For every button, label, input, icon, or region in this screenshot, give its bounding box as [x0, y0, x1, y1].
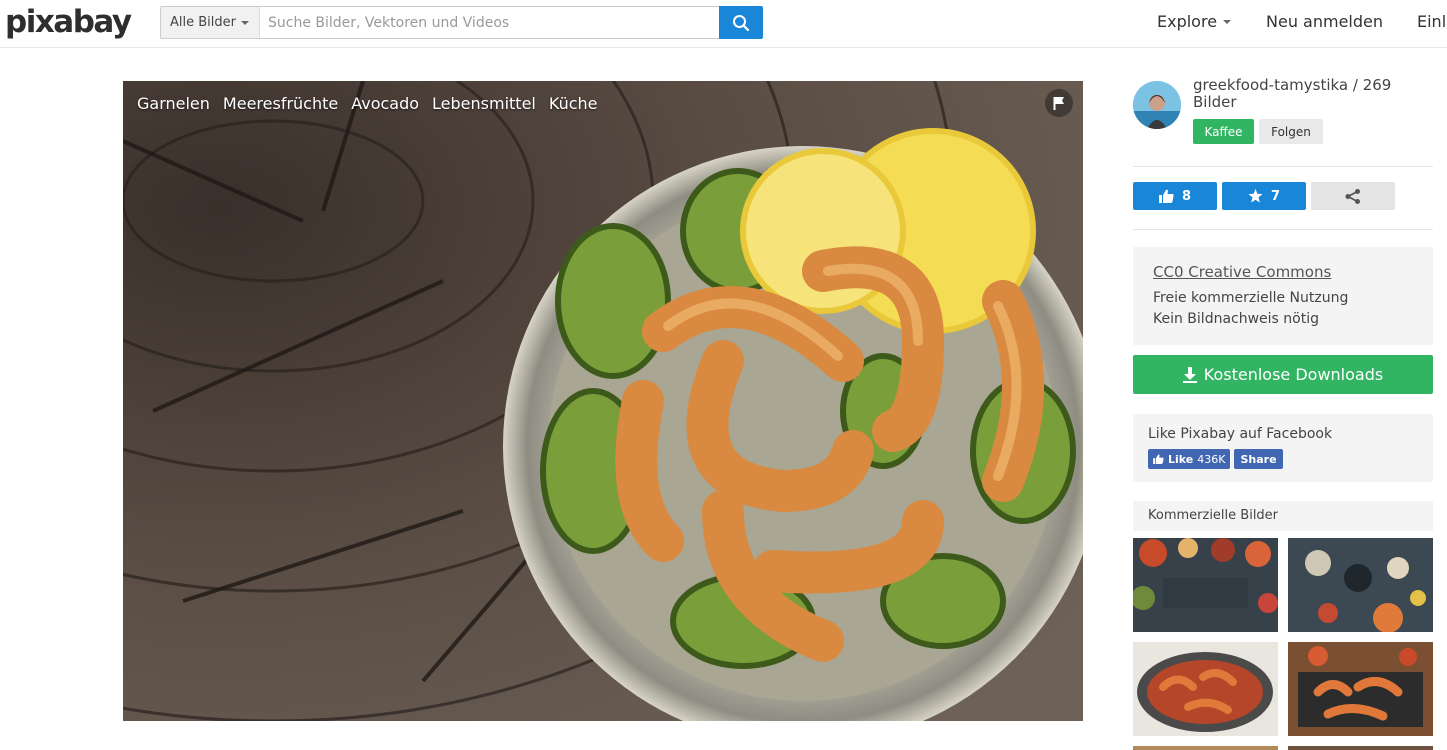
search-category-label: Alle Bilder — [170, 15, 236, 30]
chevron-down-icon — [240, 20, 249, 25]
follow-button[interactable]: Folgen — [1259, 119, 1323, 144]
search-icon — [733, 14, 750, 31]
search-category-select[interactable]: Alle Bilder — [161, 7, 260, 38]
chevron-down-icon — [1223, 19, 1232, 24]
share-button[interactable] — [1311, 182, 1395, 210]
author-name-link[interactable]: greekfood-tamystika / 269 Bilder — [1193, 77, 1433, 111]
share-icon — [1345, 188, 1360, 204]
commercial-thumbnail[interactable] — [1133, 538, 1278, 632]
divider — [1133, 166, 1433, 167]
download-label: Kostenlose Downloads — [1203, 365, 1384, 384]
download-button[interactable]: Kostenlose Downloads — [1133, 355, 1433, 394]
thumbnail-image — [1288, 642, 1433, 736]
top-header: pixabay Alle Bilder Explore Neu anmelden… — [0, 0, 1447, 48]
commercial-thumbnail[interactable] — [1288, 746, 1433, 750]
nav-explore-label: Explore — [1157, 12, 1218, 31]
pixabay-logo[interactable]: pixabay — [5, 4, 132, 40]
facebook-like-count: 436K — [1197, 452, 1226, 466]
commercial-thumbnail[interactable] — [1133, 642, 1278, 736]
thumbnail-image — [1288, 538, 1433, 632]
facebook-title: Like Pixabay auf Facebook — [1148, 426, 1333, 442]
avatar[interactable] — [1133, 81, 1181, 129]
thumbs-up-icon — [1158, 189, 1174, 203]
facebook-like-button[interactable]: Like 436K — [1148, 449, 1231, 469]
license-line: Freie kommerzielle Nutzung — [1153, 290, 1349, 306]
photo-tags: Garnelen Meeresfrüchte Avocado Lebensmit… — [137, 94, 598, 113]
report-button[interactable] — [1045, 89, 1073, 117]
commercial-images-header: Kommerzielle Bilder — [1133, 501, 1433, 531]
tag-link[interactable]: Avocado — [351, 94, 419, 113]
favorite-button[interactable]: 7 — [1222, 182, 1306, 210]
thumbs-up-icon — [1153, 454, 1164, 464]
main-photo[interactable]: Garnelen Meeresfrüchte Avocado Lebensmit… — [123, 81, 1083, 721]
thumbnail-image — [1133, 642, 1278, 736]
commercial-thumbnail[interactable] — [1133, 746, 1278, 750]
like-count: 8 — [1181, 188, 1192, 204]
coffee-button[interactable]: Kaffee — [1193, 119, 1254, 144]
avatar-image — [1133, 81, 1181, 129]
star-icon — [1248, 189, 1263, 203]
license-box: CC0 Creative Commons Freie kommerzielle … — [1133, 247, 1433, 345]
license-line: Kein Bildnachweis nötig — [1153, 311, 1320, 327]
flag-icon — [1053, 97, 1064, 110]
tag-link[interactable]: Meeresfrüchte — [223, 94, 338, 113]
tag-link[interactable]: Küche — [549, 94, 598, 113]
commercial-thumbnail[interactable] — [1288, 538, 1433, 632]
search-input[interactable] — [260, 7, 719, 38]
tag-link[interactable]: Garnelen — [137, 94, 210, 113]
nav-signup[interactable]: Neu anmelden — [1266, 12, 1383, 31]
license-link[interactable]: CC0 Creative Commons — [1153, 263, 1413, 281]
search-button[interactable] — [719, 6, 763, 39]
tag-link[interactable]: Lebensmittel — [432, 94, 536, 113]
nav-login[interactable]: Einlo — [1417, 12, 1447, 31]
facebook-like-label: Like — [1168, 452, 1194, 466]
search-bar: Alle Bilder — [160, 6, 763, 39]
thumbnail-image — [1133, 538, 1278, 632]
commercial-thumbnail[interactable] — [1288, 642, 1433, 736]
like-button[interactable]: 8 — [1133, 182, 1217, 210]
photo-image — [123, 81, 1083, 721]
favorite-count: 7 — [1270, 188, 1281, 204]
divider — [1133, 229, 1433, 230]
download-icon — [1182, 366, 1197, 383]
nav-explore[interactable]: Explore — [1157, 12, 1232, 31]
facebook-share-button[interactable]: Share — [1234, 449, 1283, 469]
facebook-box: Like Pixabay auf Facebook Like 436K Shar… — [1133, 414, 1433, 482]
